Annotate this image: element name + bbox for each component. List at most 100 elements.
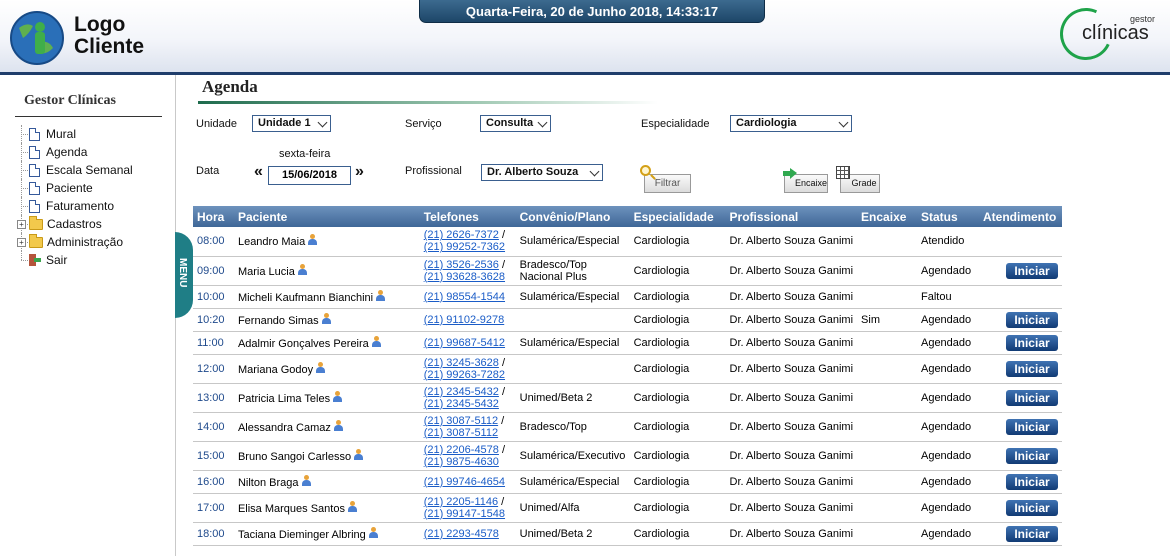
hora-text: 10:00 <box>197 290 225 303</box>
hora-text: 18:00 <box>197 527 225 540</box>
cell-telefones: (21) 2293-4578 <box>419 522 516 546</box>
phone-link[interactable]: (21) 3087-5112 <box>424 427 498 439</box>
phone-link[interactable]: (21) 2293-4578 <box>424 528 499 540</box>
phone-link[interactable]: (21) 2626-7372 <box>424 229 499 241</box>
unidade-select[interactable]: Unidade 1 <box>252 115 331 132</box>
phone-link[interactable]: (21) 2205-1146 <box>424 496 498 508</box>
cell-profissional: Dr. Alberto Souza Ganimi <box>725 308 858 332</box>
patient-icon[interactable] <box>347 500 357 513</box>
status-text: Agendado <box>920 449 972 462</box>
cell-paciente: Leandro Maia <box>233 227 420 257</box>
table-row: 08:00 Leandro Maia (21) 2626-7372 /(21) 99… <box>193 227 1062 257</box>
data-label: Data <box>196 165 220 177</box>
phone-link[interactable]: (21) 99746-4654 <box>424 476 505 488</box>
table-row: 09:00 Maria Lucia (21) 3526-2536 /(21) 936… <box>193 256 1062 286</box>
logo-text: Logo Cliente <box>74 14 144 58</box>
phone-link[interactable]: (21) 3245-3628 <box>424 357 499 369</box>
iniciar-button[interactable]: Iniciar <box>1006 389 1058 406</box>
patient-icon[interactable] <box>368 526 378 539</box>
phone-link[interactable]: (21) 2345-5432 <box>424 398 499 410</box>
chevron-down-icon <box>838 117 849 128</box>
patient-icon[interactable] <box>308 234 318 246</box>
cell-hora: 16:00 <box>193 470 234 494</box>
next-day-button[interactable]: » <box>355 164 364 180</box>
sidebar-item-faturamento[interactable]: Faturamento <box>16 197 133 215</box>
patient-icon[interactable] <box>333 390 343 403</box>
profissional-select[interactable]: Dr. Alberto Souza <box>481 164 603 181</box>
sidebar-item-cadastros[interactable]: + Cadastros <box>16 215 133 233</box>
status-text: Agendado <box>920 391 972 404</box>
iniciar-button[interactable]: Iniciar <box>1006 360 1058 377</box>
iniciar-button[interactable]: Iniciar <box>1006 311 1058 328</box>
patient-icon[interactable] <box>321 312 331 325</box>
phone-link[interactable]: (21) 99263-7282 <box>424 369 505 381</box>
cell-telefones: (21) 3526-2536 /(21) 93628-3628 <box>419 256 516 286</box>
phone-link[interactable]: (21) 2206-4578 <box>424 444 499 456</box>
sidebar-item-agenda[interactable]: Agenda <box>16 143 133 161</box>
phone-link[interactable]: (21) 2345-5432 <box>424 386 499 398</box>
cell-hora: 11:00 <box>193 331 234 355</box>
servico-select[interactable]: Consulta <box>480 115 551 132</box>
phone-link[interactable]: (21) 99252-7362 <box>424 241 505 253</box>
phone-link[interactable]: (21) 99687-5412 <box>424 337 505 349</box>
patient-icon[interactable] <box>301 474 311 487</box>
phone-link[interactable]: (21) 98554-1544 <box>424 291 505 303</box>
sidebar-item-escala-semanal[interactable]: Escala Semanal <box>16 161 133 179</box>
phone-link[interactable]: (21) 91102-9278 <box>424 314 505 326</box>
convenio-text: Sulamérica/Especial <box>519 475 620 488</box>
cell-convenio: Sulamérica/Especial <box>515 227 630 257</box>
patient-icon[interactable] <box>316 361 326 374</box>
menu-toggle-tab[interactable]: MENU <box>175 232 193 318</box>
phone-link[interactable]: (21) 3087-5112 <box>424 415 498 427</box>
iniciar-button[interactable]: Iniciar <box>1006 525 1058 542</box>
patient-icon[interactable] <box>354 448 364 461</box>
sidebar-item-label: Agenda <box>46 145 88 159</box>
cell-paciente: Alessandra Camaz <box>233 412 420 442</box>
patient-icon[interactable] <box>376 289 386 302</box>
cell-especialidade: Cardiologia <box>629 256 726 286</box>
cell-paciente: Patricia Lima Teles <box>233 383 420 413</box>
expand-icon[interactable]: + <box>17 238 26 247</box>
patient-icon[interactable] <box>371 335 381 348</box>
especialidade-select[interactable]: Cardiologia <box>730 115 852 132</box>
iniciar-button[interactable]: Iniciar <box>1006 418 1058 435</box>
sidebar-item-administracao[interactable]: + Administração <box>16 233 133 251</box>
iniciar-button[interactable]: Iniciar <box>1006 499 1058 516</box>
cell-status: Faltou <box>916 285 979 309</box>
iniciar-button[interactable]: Iniciar <box>1006 262 1058 279</box>
hora-text: 09:00 <box>197 264 225 277</box>
expand-icon[interactable]: + <box>17 220 26 229</box>
date-input[interactable]: 15/06/2018 <box>268 166 351 185</box>
cell-profissional: Dr. Alberto Souza Ganimi <box>725 493 858 523</box>
phone-link[interactable]: (21) 93628-3628 <box>424 271 505 283</box>
column-header-status: Status <box>916 206 979 227</box>
logo-line-1: Logo <box>74 13 126 36</box>
especialidade-text: Cardiologia <box>633 362 690 375</box>
agenda-table-body: 08:00 Leandro Maia (21) 2626-7372 /(21) 99… <box>193 227 1062 546</box>
patient-icon[interactable] <box>333 419 343 432</box>
column-header-hora: Hora <box>193 206 234 227</box>
cell-paciente: Adalmir Gonçalves Pereira <box>233 331 420 355</box>
profissional-text: Dr. Alberto Souza Ganimi <box>729 527 854 540</box>
iniciar-button[interactable]: Iniciar <box>1006 447 1058 464</box>
sidebar-item-sair[interactable]: Sair <box>16 251 133 269</box>
encaixe-text: Sim <box>861 313 880 326</box>
patient-name: Adalmir Gonçalves Pereira <box>237 337 369 350</box>
sidebar-item-label: Paciente <box>46 181 93 195</box>
cell-paciente: Mariana Godoy <box>233 354 420 384</box>
table-row: 17:00 Elisa Marques Santos (21) 2205-1146 … <box>193 493 1062 523</box>
previous-day-button[interactable]: « <box>254 164 263 180</box>
sidebar-item-mural[interactable]: Mural <box>16 125 133 143</box>
servico-label: Serviço <box>405 118 442 130</box>
sidebar-item-label: Sair <box>46 253 68 267</box>
phone-link[interactable]: (21) 99147-1548 <box>424 508 505 520</box>
iniciar-button[interactable]: Iniciar <box>1006 473 1058 490</box>
phone-link[interactable]: (21) 9875-4630 <box>424 456 499 468</box>
phone-link[interactable]: (21) 3526-2536 <box>424 259 499 271</box>
iniciar-button[interactable]: Iniciar <box>1006 334 1058 351</box>
column-header-profissional: Profissional <box>725 206 858 227</box>
status-text: Faltou <box>920 290 952 303</box>
sidebar-item-paciente[interactable]: Paciente <box>16 179 133 197</box>
cell-encaixe <box>857 412 917 442</box>
patient-icon[interactable] <box>297 263 307 276</box>
